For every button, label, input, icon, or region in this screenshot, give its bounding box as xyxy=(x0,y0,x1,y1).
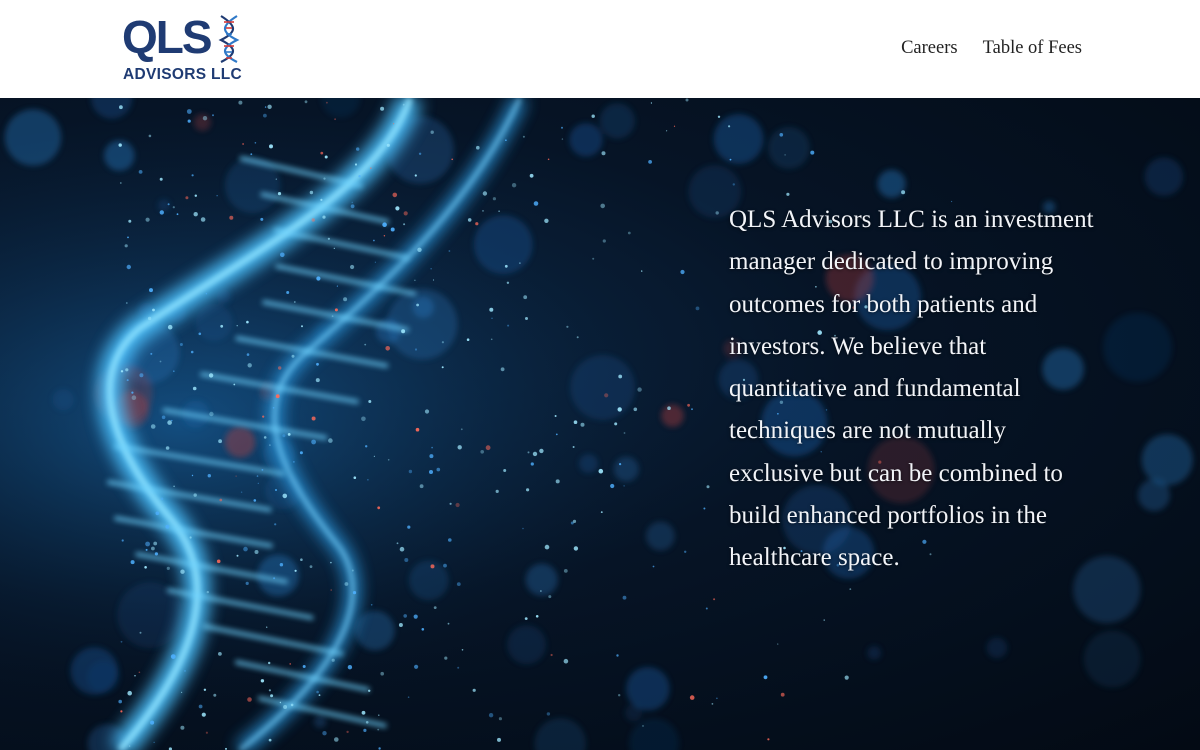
site-header: QLS ADVISORS LLC Careers Table of Fees xyxy=(0,0,1200,98)
logo[interactable]: QLS ADVISORS LLC xyxy=(122,12,247,88)
hero-section: QLS Advisors LLC is an investment manage… xyxy=(0,98,1200,750)
dna-helix-icon xyxy=(218,15,240,63)
nav-careers-link[interactable]: Careers xyxy=(901,36,958,60)
logo-subtitle: ADVISORS LLC xyxy=(123,66,242,83)
nav-table-of-fees-link[interactable]: Table of Fees xyxy=(983,36,1082,60)
main-nav: Careers Table of Fees xyxy=(901,36,1082,60)
logo-mark: QLS xyxy=(122,11,213,63)
hero-description: QLS Advisors LLC is an investment manage… xyxy=(729,206,1094,572)
